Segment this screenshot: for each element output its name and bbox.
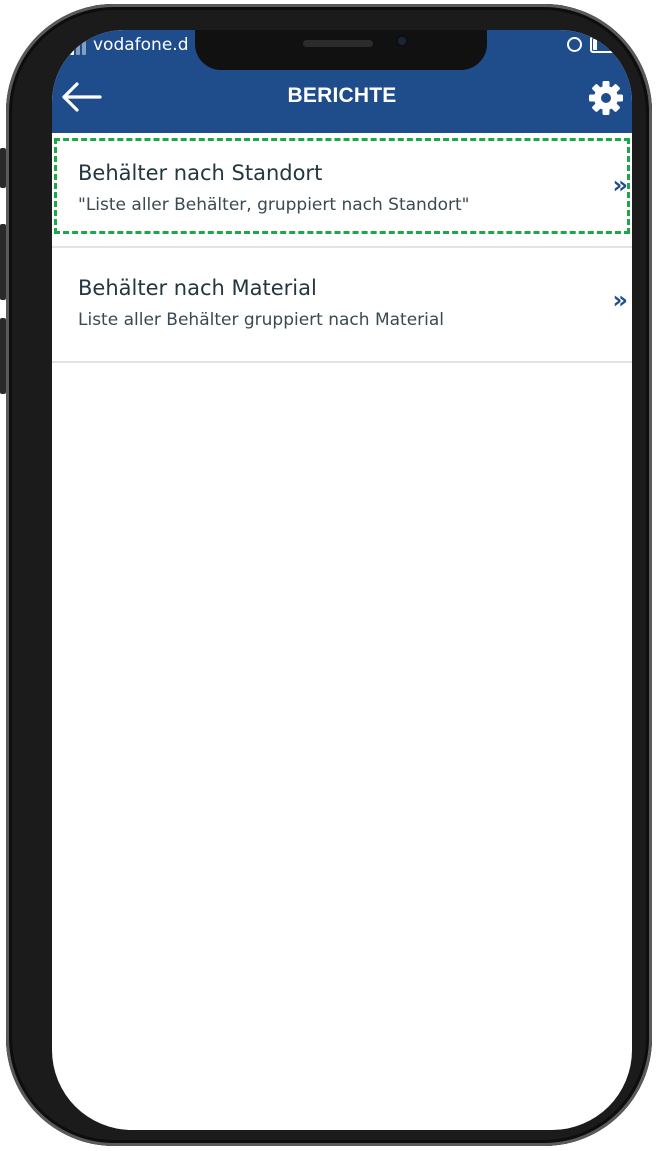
report-item-subtitle: Liste aller Behälter gruppiert nach Mate… (78, 310, 445, 330)
report-item-material[interactable]: Behälter nach Material Liste aller Behäl… (52, 248, 632, 363)
report-list: Behälter nach Standort "Liste aller Behä… (52, 133, 632, 363)
report-item-standort[interactable]: Behälter nach Standort "Liste aller Behä… (52, 133, 632, 248)
mute-switch (0, 148, 6, 188)
speaker (303, 40, 373, 47)
notch (195, 30, 487, 70)
double-chevron-right-icon: » (612, 171, 628, 199)
status-icons (567, 36, 618, 53)
camera-icon (395, 34, 409, 48)
volume-up-button (0, 224, 6, 300)
report-item-subtitle: "Liste aller Behälter, gruppiert nach St… (78, 195, 470, 215)
double-chevron-right-icon: » (612, 286, 628, 314)
gear-icon (589, 81, 623, 115)
report-item-title: Behälter nach Material (78, 276, 317, 300)
settings-button[interactable] (586, 78, 626, 118)
battery-icon (590, 36, 618, 53)
app-bar: vodafone.d BERICHTE (52, 30, 632, 133)
volume-down-button (0, 318, 6, 394)
carrier-label: vodafone.d (93, 35, 189, 55)
status-carrier: vodafone.d (64, 35, 188, 55)
orientation-lock-icon (567, 37, 582, 52)
page-title: BERICHTE (287, 84, 397, 107)
focus-highlight (54, 138, 630, 234)
report-item-title: Behälter nach Standort (78, 161, 323, 185)
signal-icon (64, 41, 86, 55)
app-screen: vodafone.d BERICHTE Behälter nach Stando… (52, 30, 632, 1130)
